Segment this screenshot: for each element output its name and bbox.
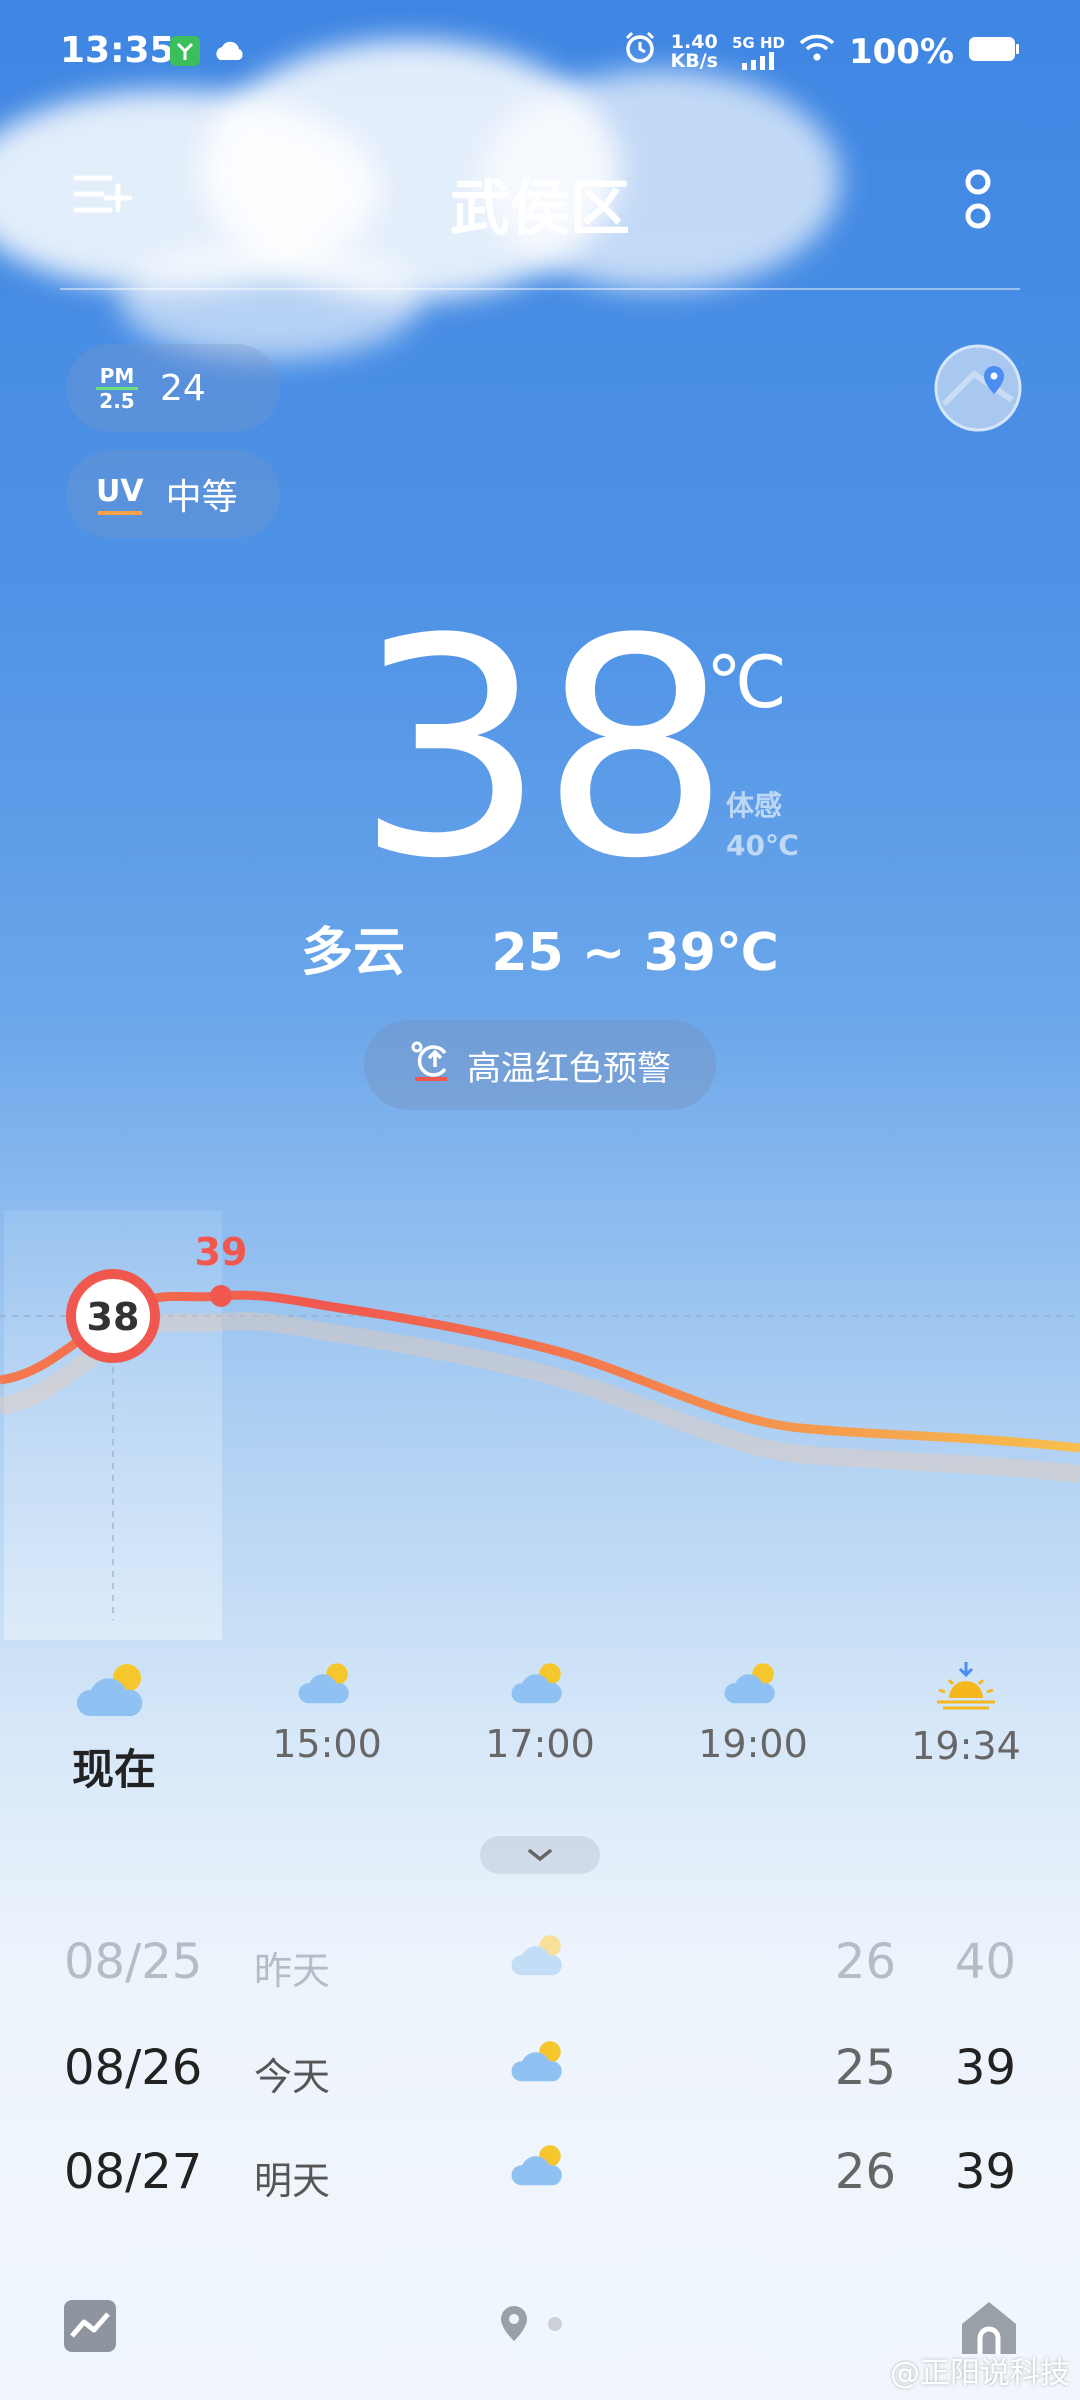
cloudy-sun-icon (76, 1664, 143, 1716)
more-options-button[interactable] (960, 168, 996, 236)
expand-forecast-button[interactable] (480, 1836, 600, 1874)
peak-label: 39 (195, 1230, 248, 1274)
hour-item-sunset[interactable]: 19:34 (896, 1660, 1036, 1768)
app-notification-icon (168, 34, 202, 77)
trend-chart-icon (64, 2300, 116, 2352)
day-name: 昨天 (254, 1949, 331, 1993)
cloud-notification-icon (212, 34, 248, 77)
day-date: 08/27 (64, 2144, 203, 2200)
cloudy-sun-icon (511, 1663, 562, 1704)
condition-summary: 多云 25 ~ 39℃ (0, 910, 1080, 985)
hour-label: 15:00 (272, 1722, 382, 1766)
trend-chart-button[interactable] (62, 2298, 118, 2358)
hour-item-now[interactable]: 现在 (44, 1660, 184, 1797)
uv-icon: UV (96, 474, 144, 515)
status-bar: 13:35 1.40 KB/s 5G HD 100% (60, 30, 1020, 82)
pm25-icon: PM 2.5 (96, 365, 138, 412)
cloudy-sun-icon (510, 1932, 570, 1992)
day-date: 08/26 (64, 2040, 203, 2096)
temperature-range: 25 ~ 39℃ (491, 923, 779, 983)
pm25-pill[interactable]: PM 2.5 24 (66, 344, 280, 432)
cloudy-sun-icon (510, 2142, 570, 2202)
day-name: 明天 (254, 2159, 331, 2203)
page-title: 武侯区 (450, 174, 630, 244)
location-pin-icon (501, 2306, 562, 2341)
day-date: 08/25 (64, 1934, 203, 1990)
cloudy-sun-icon (510, 2038, 570, 2098)
wifi-icon (799, 31, 835, 72)
daily-row[interactable]: 08/26 今天 25 39 (64, 2030, 1016, 2110)
uv-value: 中等 (165, 477, 238, 518)
network-speed: 1.40 KB/s (670, 30, 718, 72)
hour-item[interactable]: 17:00 (470, 1660, 610, 1766)
hour-label: 19:00 (698, 1722, 808, 1766)
location-page-indicator (498, 2304, 564, 2348)
hour-item[interactable]: 19:00 (683, 1660, 823, 1766)
hour-label: 19:34 (911, 1724, 1021, 1768)
thermometer-alert-icon (409, 1039, 453, 1092)
day-high: 39 (954, 2040, 1016, 2096)
hourly-temperature-chart: 39 38 (0, 1210, 1080, 1640)
signal-bars-icon (742, 51, 775, 70)
speed-value: 1.40 (670, 30, 718, 53)
cloud-decoration (120, 240, 420, 360)
chevron-down-icon (528, 1849, 552, 1862)
cellular-signal: 5G HD (732, 34, 785, 70)
sunset-icon (937, 1662, 995, 1710)
hour-label: 现在 (71, 1745, 156, 1794)
day-high: 39 (954, 2144, 1016, 2200)
pm25-value: 24 (160, 367, 206, 409)
feels-like: 体感 40℃ (726, 786, 799, 866)
cloudy-sun-icon (298, 1663, 349, 1704)
header-divider (60, 288, 1020, 290)
pm-label-bottom: 2.5 (99, 388, 135, 413)
current-temperature: 38 (355, 575, 731, 924)
speed-unit: KB/s (670, 49, 718, 72)
daily-row[interactable]: 08/27 明天 26 39 (64, 2134, 1016, 2214)
battery-icon (968, 31, 1020, 72)
uv-label: UV (96, 473, 144, 509)
feels-like-label: 体感 (726, 789, 783, 822)
condition-text: 多云 (301, 923, 406, 983)
status-right: 1.40 KB/s 5G HD 100% (623, 30, 1021, 73)
network-type: 5G HD (731, 33, 785, 52)
hour-item[interactable]: 15:00 (257, 1660, 397, 1766)
day-high: 40 (954, 1934, 1016, 1990)
heat-alert-button[interactable]: 高温红色预警 (364, 1020, 716, 1110)
battery-percent: 100% (848, 31, 954, 72)
pm-label-top: PM (99, 363, 135, 388)
daily-row[interactable]: 08/25 昨天 26 40 (64, 1924, 1016, 2004)
day-low: 26 (834, 1934, 896, 1990)
feels-like-value: 40℃ (726, 829, 799, 862)
alert-text: 高温红色预警 (467, 1048, 671, 1089)
map-button[interactable] (934, 344, 1022, 436)
status-time: 13:35 (60, 30, 175, 71)
uv-pill[interactable]: UV 中等 (66, 450, 280, 538)
hour-label: 17:00 (485, 1722, 595, 1766)
alarm-icon (623, 30, 657, 73)
cloudy-sun-icon (724, 1663, 775, 1704)
day-name: 今天 (254, 2055, 331, 2099)
day-low: 25 (834, 2040, 896, 2096)
peak-point (210, 1285, 232, 1307)
now-label: 38 (87, 1295, 140, 1339)
temperature-unit: ℃ (706, 640, 787, 724)
day-low: 26 (834, 2144, 896, 2200)
watermark: @正阳说科技 (890, 2356, 1070, 2391)
